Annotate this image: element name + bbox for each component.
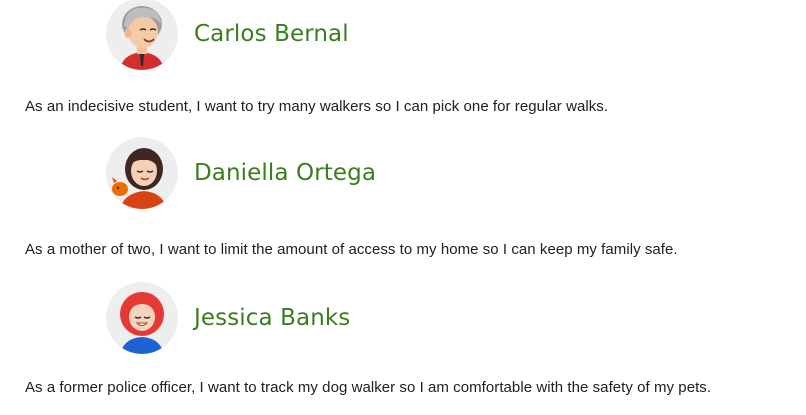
persona-header-daniella: Daniella Ortega bbox=[106, 137, 376, 209]
elderly-man-avatar-icon bbox=[106, 0, 178, 70]
user-story: As a mother of two, I want to limit the … bbox=[25, 241, 678, 258]
persona-name: Carlos Bernal bbox=[194, 21, 349, 47]
persona-header-carlos: Carlos Bernal bbox=[106, 0, 349, 70]
user-story: As an indecisive student, I want to try … bbox=[25, 98, 609, 115]
user-story: As a former police officer, I want to tr… bbox=[25, 379, 712, 396]
persona-name: Jessica Banks bbox=[194, 305, 351, 331]
red-haired-woman-avatar-icon bbox=[106, 282, 178, 354]
persona-header-jessica: Jessica Banks bbox=[106, 282, 350, 354]
woman-with-dog-avatar-icon bbox=[106, 137, 178, 209]
persona-name: Daniella Ortega bbox=[194, 160, 377, 186]
